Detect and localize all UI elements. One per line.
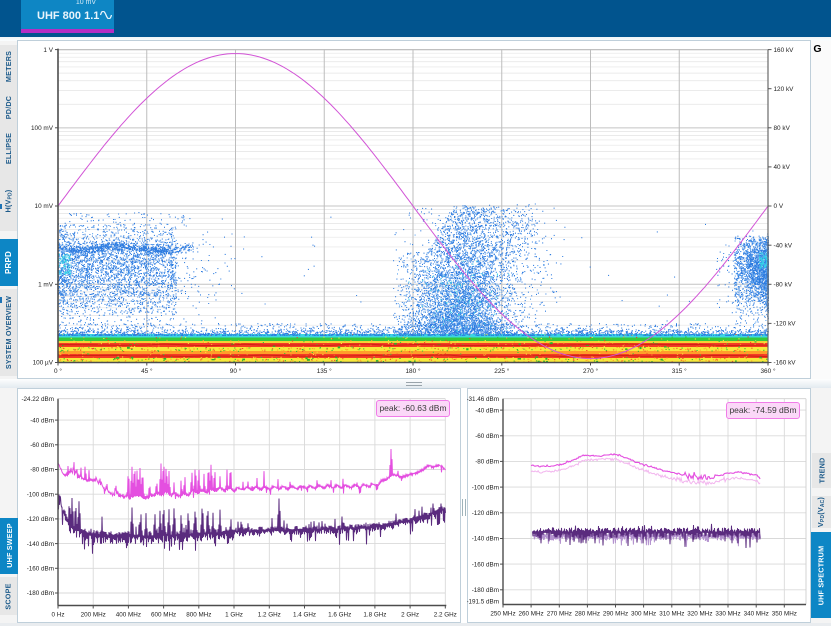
- svg-text:-100 dBm: -100 dBm: [472, 484, 499, 491]
- svg-text:310 MHz: 310 MHz: [659, 611, 684, 618]
- svg-text:-140 dBm: -140 dBm: [472, 536, 499, 543]
- svg-text:1 mV: 1 mV: [38, 282, 54, 289]
- svg-text:-80 kV: -80 kV: [774, 282, 793, 289]
- svg-text:45 °: 45 °: [141, 367, 153, 375]
- svg-text:-31.46 dBm: -31.46 dBm: [467, 396, 499, 403]
- svg-text:-100 dBm: -100 dBm: [27, 491, 54, 498]
- svg-text:0 Hz: 0 Hz: [52, 612, 65, 619]
- svg-text:290 MHz: 290 MHz: [603, 611, 628, 618]
- svg-text:0 V: 0 V: [774, 203, 784, 210]
- svg-text:280 MHz: 280 MHz: [575, 611, 600, 618]
- svg-text:100 µV: 100 µV: [33, 360, 54, 367]
- svg-text:-160 dBm: -160 dBm: [472, 561, 499, 568]
- svg-text:-191.5 dBm: -191.5 dBm: [467, 599, 499, 606]
- svg-text:1 GHz: 1 GHz: [225, 612, 243, 619]
- svg-text:330 MHz: 330 MHz: [715, 611, 740, 618]
- svg-text:80 kV: 80 kV: [774, 125, 791, 132]
- svg-text:-24.22 dBm: -24.22 dBm: [21, 396, 54, 403]
- svg-text:400 MHz: 400 MHz: [116, 612, 141, 619]
- svg-text:270 MHz: 270 MHz: [547, 611, 572, 618]
- svg-text:1.4 GHz: 1.4 GHz: [293, 612, 316, 619]
- svg-text:100 mV: 100 mV: [31, 125, 54, 132]
- svg-text:1.8 GHz: 1.8 GHz: [363, 612, 386, 619]
- svg-text:10 mV: 10 mV: [35, 203, 54, 210]
- svg-text:1.2 GHz: 1.2 GHz: [258, 612, 281, 619]
- svg-text:-180 dBm: -180 dBm: [472, 587, 499, 594]
- svg-text:350 MHz: 350 MHz: [772, 611, 797, 618]
- svg-text:-40 dBm: -40 dBm: [475, 407, 499, 414]
- svg-text:90 °: 90 °: [230, 367, 242, 375]
- svg-text:-160 dBm: -160 dBm: [27, 566, 54, 573]
- svg-text:315 °: 315 °: [672, 367, 687, 375]
- svg-text:180 °: 180 °: [406, 367, 421, 375]
- svg-text:-40 dBm: -40 dBm: [30, 417, 54, 424]
- svg-text:-80 dBm: -80 dBm: [30, 467, 54, 474]
- svg-text:340 MHz: 340 MHz: [744, 611, 769, 618]
- svg-text:-160 kV: -160 kV: [774, 360, 797, 367]
- svg-text:300 MHz: 300 MHz: [631, 611, 656, 618]
- svg-text:160 kV: 160 kV: [774, 47, 795, 54]
- svg-text:320 MHz: 320 MHz: [687, 611, 712, 618]
- svg-text:-40 kV: -40 kV: [774, 242, 793, 249]
- svg-text:360 °: 360 °: [761, 367, 776, 375]
- svg-text:-180 dBm: -180 dBm: [27, 590, 54, 597]
- svg-text:800 MHz: 800 MHz: [186, 612, 211, 619]
- svg-text:600 MHz: 600 MHz: [151, 612, 176, 619]
- svg-text:-60 dBm: -60 dBm: [30, 442, 54, 449]
- svg-text:-80 dBm: -80 dBm: [475, 459, 499, 466]
- svg-text:270 °: 270 °: [583, 367, 598, 375]
- svg-text:135 °: 135 °: [317, 367, 332, 375]
- svg-text:-60 dBm: -60 dBm: [475, 433, 499, 440]
- svg-text:260 MHz: 260 MHz: [518, 611, 543, 618]
- svg-text:2.2 GHz: 2.2 GHz: [434, 612, 457, 619]
- svg-text:200 MHz: 200 MHz: [81, 612, 106, 619]
- svg-text:225 °: 225 °: [494, 367, 509, 375]
- svg-text:-120 dBm: -120 dBm: [27, 516, 54, 523]
- svg-text:0 °: 0 °: [54, 367, 62, 375]
- svg-text:-120 dBm: -120 dBm: [472, 510, 499, 517]
- svg-text:1.6 GHz: 1.6 GHz: [328, 612, 351, 619]
- svg-text:40 kV: 40 kV: [774, 164, 791, 171]
- svg-text:-140 dBm: -140 dBm: [27, 541, 54, 548]
- svg-text:120 kV: 120 kV: [774, 86, 795, 93]
- svg-text:1 V: 1 V: [43, 47, 53, 54]
- svg-text:-120 kV: -120 kV: [774, 321, 797, 328]
- svg-text:250 MHz: 250 MHz: [490, 611, 515, 618]
- svg-text:2 GHz: 2 GHz: [401, 612, 419, 619]
